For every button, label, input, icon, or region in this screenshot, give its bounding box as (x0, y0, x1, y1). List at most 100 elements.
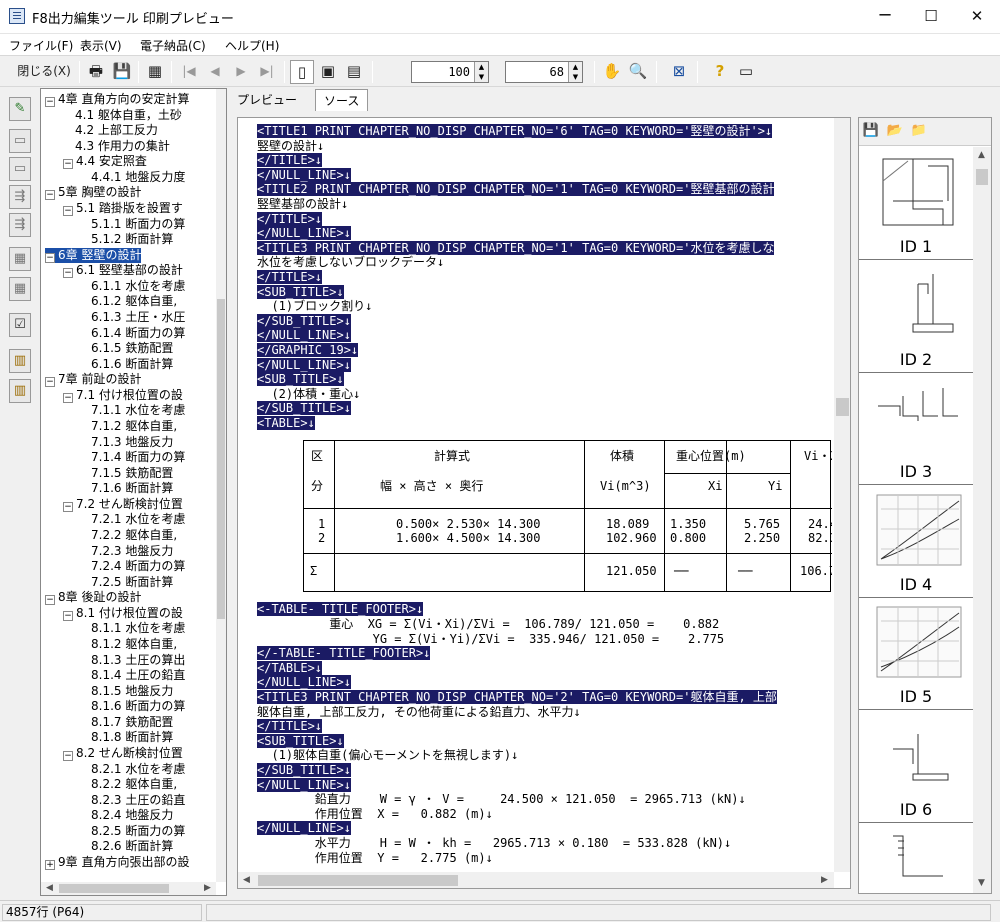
graphic-thumbnail[interactable]: ID 3 (859, 372, 973, 485)
graphic-thumbnail[interactable] (859, 822, 973, 893)
zoom-input[interactable] (414, 63, 470, 81)
fit-page-icon[interactable]: ⊠ (667, 60, 691, 84)
edit-pen-icon[interactable]: ✎ (9, 97, 31, 121)
next-page-icon[interactable]: ▶ (229, 60, 253, 84)
tree-item[interactable]: 8.1.7 鉄筋配置 (91, 715, 173, 730)
two-page-icon[interactable]: ▣ (316, 60, 340, 84)
tree-hscroll[interactable]: ◀ ▶ (41, 882, 216, 895)
collapse-icon[interactable]: − (63, 159, 73, 170)
window-icon[interactable]: ▭ (734, 60, 758, 84)
tree-item[interactable]: 6.1.5 鉄筋配置 (91, 341, 173, 356)
tree-item[interactable]: 8.1.8 断面計算 (91, 730, 173, 745)
tool-icon-6[interactable]: ▦ (9, 247, 31, 271)
tree-icon[interactable]: ▦ (143, 60, 167, 84)
tree-item[interactable]: 8.2.4 地盤反力 (91, 808, 173, 823)
menu-help[interactable]: ヘルプ(H) (225, 37, 279, 54)
tree-item[interactable]: 7.1.6 断面計算 (91, 481, 173, 496)
graphic-thumbnail[interactable]: ID 2 (859, 260, 973, 373)
editor-scroll-right-icon[interactable]: ▶ (816, 872, 833, 888)
tree-vscroll[interactable] (216, 89, 226, 882)
tree-item[interactable]: 7.1.1 水位を考慮 (91, 403, 185, 418)
tree-item[interactable]: 6.1.2 躯体自重, (91, 294, 177, 309)
tree-item[interactable]: 7.1.3 地盤反力 (91, 435, 173, 450)
graphics-scroll-down-icon[interactable]: ▼ (973, 875, 990, 892)
editor-hscroll-thumb[interactable] (258, 875, 458, 886)
tree-item[interactable]: 7.1.2 躯体自重, (91, 419, 177, 434)
tree-item[interactable]: 5.1.1 断面力の算 (91, 217, 185, 232)
tree-item[interactable]: −4.4 安定照査 (63, 154, 147, 170)
tree-item[interactable]: −8.1 付け根位置の設 (63, 606, 183, 621)
tree-item[interactable]: 8.2.1 水位を考慮 (91, 762, 185, 777)
tool-icon-3[interactable]: ▭ (9, 157, 31, 181)
collapse-icon[interactable]: − (45, 252, 55, 263)
page-input[interactable] (508, 63, 564, 81)
tree-expand-icon[interactable]: ▥ (9, 349, 31, 373)
tool-icon-2[interactable]: ▭ (9, 129, 31, 153)
menu-file[interactable]: ファイル(F) (9, 37, 73, 54)
tab-preview[interactable]: プレビュー (229, 89, 305, 111)
tree-item[interactable]: 6.1.4 断面力の算 (91, 326, 185, 341)
tool-icon-4[interactable]: ⇶ (9, 185, 31, 209)
tree-item[interactable]: +9章 直角方向張出部の設 (45, 855, 189, 870)
tree-scroll-right-icon[interactable]: ▶ (199, 880, 216, 895)
close-preview-button[interactable]: 閉じる(X) (14, 60, 74, 84)
last-page-icon[interactable]: ▶| (255, 60, 279, 84)
tool-icon-5[interactable]: ⇶ (9, 213, 31, 237)
tree-item[interactable]: 6.1.6 断面計算 (91, 357, 173, 372)
zoom-down-icon[interactable]: ▼ (474, 72, 488, 82)
collapse-icon[interactable]: − (45, 97, 55, 107)
check-icon[interactable]: ☑ (9, 313, 31, 337)
collapse-icon[interactable]: − (63, 392, 73, 403)
tree-item[interactable]: 8.1.4 土圧の鉛直 (91, 668, 185, 683)
save-graphic-icon[interactable]: 💾 (862, 122, 880, 140)
magnify-icon[interactable]: 🔍 (626, 60, 650, 84)
tree-item[interactable]: 8.2.2 躯体自重, (91, 777, 177, 792)
tree-item[interactable]: −5章 胸壁の設計 (45, 185, 141, 201)
multi-page-icon[interactable]: ▤ (342, 60, 366, 84)
tree-item[interactable]: −7章 前趾の設計 (45, 372, 141, 388)
graphic-thumbnail[interactable]: ID 4 (859, 485, 973, 598)
collapse-icon[interactable]: − (63, 610, 73, 621)
prev-page-icon[interactable]: ◀ (203, 60, 227, 84)
help-icon[interactable]: ? (708, 60, 732, 84)
tree-scroll-left-icon[interactable]: ◀ (41, 880, 58, 895)
tree-item[interactable]: −8章 後趾の設計 (45, 590, 141, 606)
maximize-button[interactable]: ☐ (908, 0, 954, 34)
tree-item[interactable]: 7.1.5 鉄筋配置 (91, 466, 173, 481)
tree-hscroll-thumb[interactable] (59, 884, 169, 893)
editor-scroll-thumb[interactable] (836, 398, 849, 416)
tree-item[interactable]: 8.1.3 土圧の算出 (91, 653, 185, 668)
first-page-icon[interactable]: |◀ (177, 60, 201, 84)
tree-collapse-icon[interactable]: ▥ (9, 379, 31, 403)
graphics-scroll-up-icon[interactable]: ▲ (973, 147, 990, 164)
tree-scroll-thumb[interactable] (217, 299, 225, 619)
collapse-icon[interactable]: − (63, 750, 73, 761)
tree-item[interactable]: 8.2.5 断面力の算 (91, 824, 185, 839)
collapse-icon[interactable]: − (45, 595, 55, 606)
collapse-icon[interactable]: − (63, 205, 73, 216)
zoom-up-icon[interactable]: ▲ (474, 62, 488, 72)
chapter-tree[interactable]: −4章 直角方向の安定計算 4.1 躯体自重，土砂 4.2 上部工反力 4.3 作用力… (40, 88, 227, 896)
graphic-thumbnail[interactable]: ID 5 (859, 597, 973, 710)
minimize-button[interactable]: ─ (862, 0, 908, 34)
tree-item[interactable]: 8.1.2 躯体自重, (91, 637, 177, 652)
tree-item[interactable]: 7.2.2 躯体自重, (91, 528, 177, 543)
tree-item[interactable]: 6.1.3 土圧・水圧 (91, 310, 185, 325)
tree-item[interactable]: −6章 竪壁の設計 (45, 247, 142, 263)
collapse-icon[interactable]: − (63, 268, 73, 279)
graphics-scroll-thumb[interactable] (976, 169, 988, 185)
tree-item[interactable]: −8.2 せん断検討位置 (63, 746, 183, 761)
tree-item[interactable]: 7.2.1 水位を考慮 (91, 512, 185, 527)
tree-item[interactable]: 7.2.4 断面力の算 (91, 559, 185, 574)
tab-source[interactable]: ソース (315, 89, 369, 111)
tree-item[interactable]: 8.1.6 断面力の算 (91, 699, 185, 714)
tree-item[interactable]: 4.1 躯体自重，土砂 (75, 108, 182, 123)
collapse-icon[interactable]: − (45, 377, 55, 388)
tree-item[interactable]: 4.3 作用力の集計 (75, 139, 170, 154)
collapse-icon[interactable]: − (63, 501, 73, 512)
tree-item[interactable]: 8.2.3 土圧の鉛直 (91, 793, 185, 808)
tree-item[interactable]: 8.1.1 水位を考慮 (91, 621, 185, 636)
print-icon[interactable]: 🖶 (84, 60, 108, 84)
close-window-button[interactable]: ✕ (954, 0, 1000, 34)
graphics-thumbnails[interactable]: ID 1 ID 2 ID 3 ID 4 ID 5 ID 6 (859, 147, 973, 893)
